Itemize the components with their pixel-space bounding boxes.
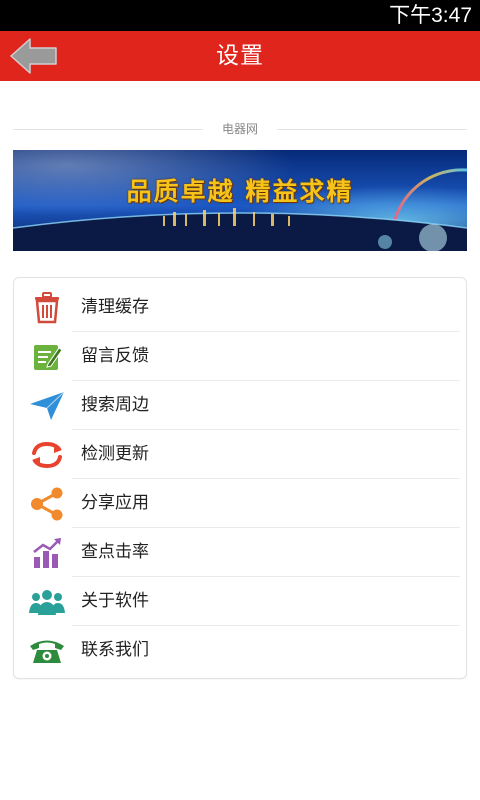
status-time: 下午3:47 <box>389 4 472 27</box>
share-icon <box>28 486 66 522</box>
promo-banner[interactable]: 品质卓越 精益求精 <box>13 150 467 251</box>
settings-menu: 清理缓存 留言反馈 搜索周边 检测更新 分享应用 查点击率 关于软件 联系我们 <box>13 277 467 679</box>
title-bar: 设置 <box>0 31 480 81</box>
menu-item-share-app[interactable]: 分享应用 <box>14 479 466 528</box>
refresh-icon <box>28 437 66 473</box>
location-arrow-icon <box>28 388 66 424</box>
menu-item-label: 搜索周边 <box>81 395 149 415</box>
edit-icon <box>28 339 66 375</box>
section-header: 电器网 <box>13 120 467 138</box>
menu-item-feedback[interactable]: 留言反馈 <box>14 332 466 381</box>
menu-item-label: 清理缓存 <box>81 297 149 317</box>
menu-item-label: 关于软件 <box>81 591 149 611</box>
menu-item-label: 留言反馈 <box>81 346 149 366</box>
bar-chart-icon <box>28 535 66 571</box>
menu-item-about[interactable]: 关于软件 <box>14 577 466 626</box>
telephone-icon <box>28 633 66 669</box>
menu-item-label: 检测更新 <box>81 444 149 464</box>
status-bar: 下午3:47 <box>0 0 480 31</box>
menu-item-search-nearby[interactable]: 搜索周边 <box>14 381 466 430</box>
menu-item-label: 联系我们 <box>81 640 149 660</box>
menu-item-label: 查点击率 <box>81 542 149 562</box>
menu-item-check-update[interactable]: 检测更新 <box>14 430 466 479</box>
divider <box>277 129 467 130</box>
menu-item-label: 分享应用 <box>81 493 149 513</box>
menu-item-contact[interactable]: 联系我们 <box>14 626 466 675</box>
page-title: 设置 <box>216 43 264 69</box>
trash-icon <box>28 290 66 326</box>
users-icon <box>28 584 66 620</box>
menu-item-clear-cache[interactable]: 清理缓存 <box>14 283 466 332</box>
menu-item-click-rate[interactable]: 查点击率 <box>14 528 466 577</box>
banner-text: 品质卓越 精益求精 <box>126 177 354 206</box>
